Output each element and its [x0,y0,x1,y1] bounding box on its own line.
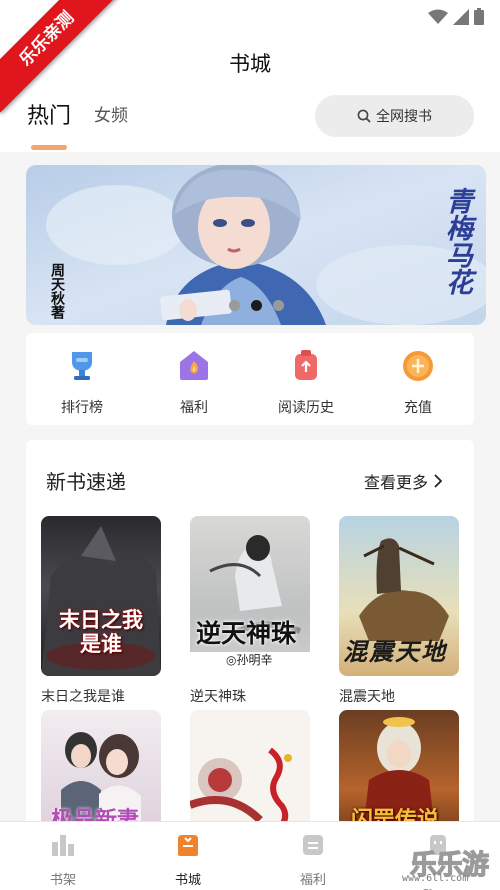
quick-ranking[interactable]: 排行榜 [37,347,127,417]
tab-bookshelf[interactable]: 书架 [23,832,103,888]
quick-label: 阅读历史 [278,400,334,416]
wifi-icon [428,9,448,24]
quick-label: 福利 [180,400,208,416]
search-label: 全网搜书 [376,109,432,125]
pagination-dot-active[interactable] [251,300,262,311]
search-button[interactable]: 全网搜书 [315,95,474,137]
quick-label: 充值 [404,400,432,416]
tab-welfare[interactable]: 福利 [273,832,353,888]
book-cover-title: 末日之我是谁 [59,608,143,656]
bookstore-icon [178,835,198,856]
book-title: 末日之我是谁 [41,689,125,705]
view-more-link[interactable]: 查看更多 [364,469,443,493]
battery-icon [474,8,484,25]
trophy-icon [72,352,92,380]
welfare-icon [303,835,323,855]
history-icon [295,350,317,380]
book-title: 逆天神珠 [190,689,246,705]
banner-author-text: 周天秋著 [49,263,65,319]
tab-bookstore[interactable]: 书城 [148,832,228,888]
new-books-title: 新书速递 [46,470,126,494]
search-icon [357,109,371,123]
book-cover: 逆天神珠 ◎孙明辛 [190,516,310,676]
tab-hot[interactable]: 热门 [27,98,71,130]
signal-icon [453,8,469,25]
book-cover-title: 逆天神珠 [196,619,297,648]
tab-indicator [31,145,67,150]
quick-history[interactable]: 阅读历史 [261,347,351,417]
book-card[interactable]: 末日之我是谁 末日之我是谁 [41,516,161,706]
watermark-url: www.6ll.com [402,873,469,884]
banner-book-title: 青梅马花 [441,187,472,295]
quick-label: 排行榜 [61,400,103,416]
recharge-icon [403,351,433,381]
gift-flame-icon [180,351,208,380]
tab-label: 福利 [299,873,326,888]
book-card[interactable]: 逆天神珠 ◎孙明辛 逆天神珠 [190,516,310,706]
pagination-dot[interactable] [229,300,240,311]
tab-label: 书城 [174,873,201,888]
page-title: 书城 [229,52,271,76]
book-title: 混震天地 [339,689,395,705]
bookshelf-icon [52,835,74,856]
book-card[interactable]: 混震天地 混震天地 [339,516,459,706]
chevron-right-icon [434,474,443,488]
book-cover: 混震天地 [339,516,459,676]
quick-entry-panel: 排行榜 福利 阅读历史 充值 [26,333,474,425]
book-cover-author: ◎孙明辛 [190,652,310,676]
book-cover: 末日之我是谁 [41,516,161,676]
book-cover-title: 混震天地 [343,638,447,666]
quick-recharge[interactable]: 充值 [373,347,463,417]
tab-label: 书架 [49,873,76,888]
quick-welfare[interactable]: 福利 [149,347,239,417]
tab-female[interactable]: 女频 [94,101,128,126]
status-bar [428,8,484,25]
banner-pagination [229,300,284,311]
view-more-label: 查看更多 [364,473,429,492]
pagination-dot[interactable] [273,300,284,311]
